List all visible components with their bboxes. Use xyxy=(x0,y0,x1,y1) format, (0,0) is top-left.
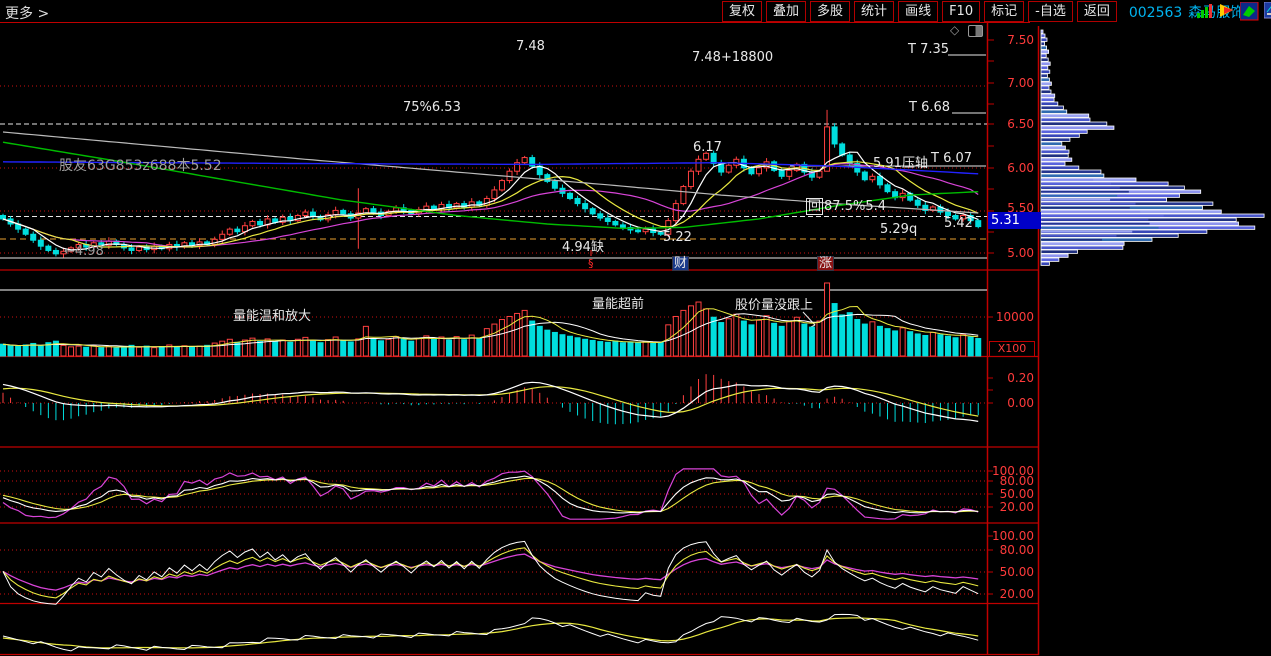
price-axis-label-6.00: 6.00 xyxy=(1007,161,1034,175)
rsi-axis-label-20.00: 20.00 xyxy=(999,587,1034,601)
toolbar-button-3[interactable]: 多股 xyxy=(810,1,851,22)
annotation-14: 4.94缺 xyxy=(562,240,604,255)
toolbar-button-2[interactable]: 叠加 xyxy=(766,1,807,22)
macd-pane xyxy=(2,374,979,425)
rsi-axis-label-100.00: 100.00 xyxy=(992,529,1034,543)
more-menu[interactable]: 更多 > xyxy=(5,3,49,23)
annotation-20: 量能超前 xyxy=(592,297,645,312)
price-axis-label-5.00: 5.00 xyxy=(1007,246,1034,260)
trend-arrow-icon[interactable] xyxy=(1218,2,1235,25)
kdj-axis-label-20.00: 20.00 xyxy=(999,500,1034,514)
annotation-1: 7.48 xyxy=(516,39,545,54)
restore-window-icon[interactable] xyxy=(968,25,983,37)
toolbar-button-8[interactable]: -自选 xyxy=(1028,1,1073,22)
diamond-icon[interactable]: ◇ xyxy=(950,24,959,36)
last-price-badge: 5.31 xyxy=(988,212,1041,229)
boxed-marker: 回 xyxy=(806,198,824,215)
volume-axis-label: 10000 xyxy=(995,310,1034,324)
macd-axis-label-0.20: 0.20 xyxy=(1007,371,1034,385)
toolbar-button-7[interactable]: 标记 xyxy=(984,1,1025,22)
annotation-16: § xyxy=(588,257,594,270)
rsi-axis-label-50.00: 50.00 xyxy=(999,565,1034,579)
annotation-18: 涨 xyxy=(817,256,835,271)
annotation-5: T 6.68 xyxy=(909,100,951,115)
ma-overlays xyxy=(2,131,979,251)
bottom-indicator-pane xyxy=(2,613,979,652)
price-axis-label-7.00: 7.00 xyxy=(1007,76,1034,90)
toolbar-button-4[interactable]: 统计 xyxy=(854,1,895,22)
active-chart-icon[interactable] xyxy=(1239,1,1259,25)
candlestick-series xyxy=(0,109,982,258)
rsi-pane xyxy=(2,540,979,605)
annotation-10: 回 87.5%5.4 xyxy=(806,198,886,215)
annotation-2: 7.48+18800 xyxy=(692,50,774,65)
price-axis-label-6.50: 6.50 xyxy=(1007,117,1034,131)
toolbar: 复权 叠加 多股 统计 画线 F10 标记 -自选 返回 002563 森马服饰 xyxy=(722,1,1244,22)
kdj-pane xyxy=(2,468,979,520)
toolbar-button-5[interactable]: 画线 xyxy=(898,1,939,22)
annotation-13: 5.22 xyxy=(663,230,692,245)
price-axis-label-7.50: 7.50 xyxy=(1007,33,1034,47)
chart-canvas[interactable] xyxy=(0,0,1271,656)
volume-profile xyxy=(1040,29,1265,266)
volume-pane xyxy=(0,282,982,357)
annotation-3: T 7.35 xyxy=(908,42,950,57)
kdj-axis-label-80.00: 80.00 xyxy=(999,474,1034,488)
toolbar-button-9[interactable]: 返回 xyxy=(1076,1,1117,22)
annotation-9: T 6.07 xyxy=(931,151,973,166)
annotation-19: 量能温和放大 xyxy=(233,309,312,324)
rsi-axis-label-80.00: 80.00 xyxy=(999,543,1034,557)
window-chart-icon[interactable] xyxy=(1263,1,1271,25)
toolbar-icons xyxy=(1196,1,1271,25)
annotation-8: 5.91压轴 xyxy=(873,156,928,171)
volume-unit-label: X100 xyxy=(989,341,1035,357)
toolbar-button-1[interactable]: 复权 xyxy=(722,1,763,22)
annotation-11: 5.29q xyxy=(880,222,918,237)
annotation-6: 6.17 xyxy=(693,140,722,155)
stock-chart-app: 更多 > 复权 叠加 多股 统计 画线 F10 标记 -自选 返回 002563 森马服饰 ◇ 7.… xyxy=(0,0,1271,656)
annotation-12: 5.42 xyxy=(944,216,973,231)
annotation-7: 股友63G853z688本5.52 xyxy=(59,158,222,174)
toolbar-button-6[interactable]: F10 xyxy=(942,1,981,22)
annotation-4: 75%6.53 xyxy=(403,100,461,115)
kdj-axis-label-50.00: 50.00 xyxy=(999,487,1034,501)
annotation-15: ←4.98 xyxy=(64,244,104,259)
annotation-21: 股价量没跟上 xyxy=(735,298,814,313)
volume-bars-icon[interactable] xyxy=(1196,2,1213,25)
macd-axis-label-0.00: 0.00 xyxy=(1007,396,1034,410)
annotation-17: 财 xyxy=(672,256,690,271)
stock-code: 002563 xyxy=(1128,4,1183,21)
